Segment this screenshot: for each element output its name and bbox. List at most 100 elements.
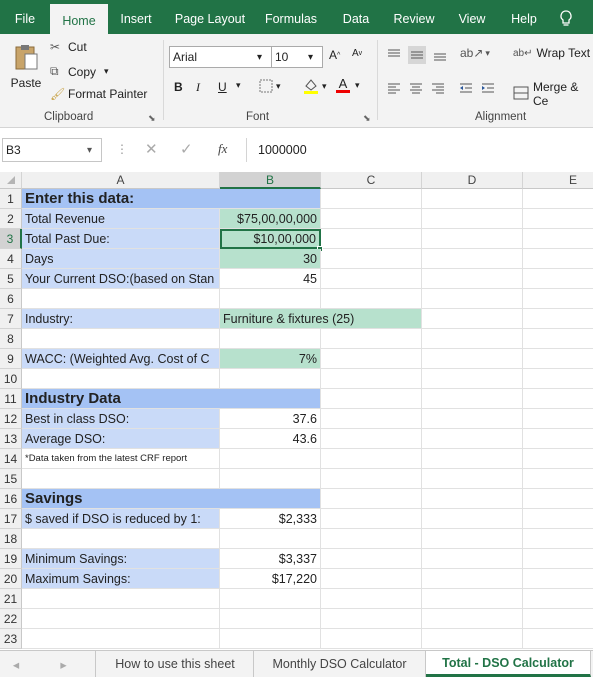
font-size-select[interactable]: 10 ▾ — [271, 46, 323, 68]
tab-file[interactable]: File — [0, 0, 50, 38]
row-header-8[interactable]: 8 — [0, 329, 22, 349]
grid-cell[interactable] — [523, 329, 593, 349]
grid-cell[interactable] — [523, 509, 593, 529]
align-right-icon[interactable] — [430, 80, 446, 96]
tab-help[interactable]: Help — [502, 0, 546, 38]
column-header-a[interactable]: A — [22, 172, 220, 189]
column-header-e[interactable]: E — [523, 172, 593, 189]
grid-cell[interactable] — [321, 429, 422, 449]
grid-cell[interactable] — [422, 509, 523, 529]
grid-cell[interactable] — [321, 509, 422, 529]
row-header-3[interactable]: 3 — [0, 229, 22, 249]
grid-cell[interactable] — [523, 389, 593, 409]
grid-cell[interactable] — [22, 369, 220, 389]
grid-cell[interactable] — [22, 529, 220, 549]
grid-cell[interactable] — [422, 529, 523, 549]
tab-data[interactable]: Data — [326, 0, 386, 38]
bold-button[interactable]: B — [174, 80, 183, 94]
format-painter-button[interactable]: 🖌 Format Painter — [50, 87, 147, 101]
grid-cell[interactable] — [422, 349, 523, 369]
cell-a17[interactable]: $ saved if DSO is reduced by 1: — [22, 509, 220, 529]
chevron-down-icon[interactable]: ▾ — [236, 80, 241, 91]
grid-cell[interactable] — [321, 629, 422, 649]
orientation-icon[interactable]: ab↗ ▾ — [460, 46, 490, 60]
grid-cell[interactable] — [523, 629, 593, 649]
row-header-18[interactable]: 18 — [0, 529, 22, 549]
grid-cell[interactable] — [523, 589, 593, 609]
fill-color-icon[interactable]: ▾ — [302, 77, 327, 95]
merge-center-button[interactable]: Merge & Ce — [513, 80, 593, 108]
cell-a3[interactable]: Total Past Due: — [22, 229, 220, 249]
grid-cell[interactable] — [321, 349, 422, 369]
grid-cell[interactable] — [22, 629, 220, 649]
font-color-icon[interactable]: A — [336, 77, 350, 93]
grid-cell[interactable] — [321, 449, 422, 469]
grid-cell[interactable] — [523, 549, 593, 569]
decrease-indent-icon[interactable] — [458, 80, 474, 96]
grid-cell[interactable] — [422, 409, 523, 429]
align-bottom-icon[interactable] — [432, 46, 448, 62]
row-header-11[interactable]: 11 — [0, 389, 22, 409]
cell-a9[interactable]: WACC: (Weighted Avg. Cost of C — [22, 349, 220, 369]
column-header-c[interactable]: C — [321, 172, 422, 189]
cell-a5[interactable]: Your Current DSO:(based on Stan — [22, 269, 220, 289]
sheet-tab-how-to-use[interactable]: How to use this sheet — [97, 651, 254, 677]
grid-cell[interactable] — [220, 589, 321, 609]
chevron-down-icon[interactable]: ▾ — [355, 80, 360, 91]
grid-cell[interactable] — [523, 309, 593, 329]
sheet-tab-total-dso[interactable]: Total - DSO Calculator — [426, 651, 591, 677]
cell-a12[interactable]: Best in class DSO: — [22, 409, 220, 429]
row-header-14[interactable]: 14 — [0, 449, 22, 469]
grid-cell[interactable] — [422, 449, 523, 469]
select-all-corner[interactable] — [0, 172, 22, 189]
cell-b3[interactable]: $10,00,000 — [220, 229, 321, 249]
cell-a4[interactable]: Days — [22, 249, 220, 269]
cell-a20[interactable]: Maximum Savings: — [22, 569, 220, 589]
grid-cell[interactable] — [422, 629, 523, 649]
cell-b5[interactable]: 45 — [220, 269, 321, 289]
grid-cell[interactable] — [422, 389, 523, 409]
cell-a1[interactable]: Enter this data: — [22, 189, 321, 209]
grid-cell[interactable] — [422, 589, 523, 609]
grid-cell[interactable] — [523, 409, 593, 429]
grid-cell[interactable] — [220, 329, 321, 349]
increase-font-size-button[interactable]: A ^ — [329, 48, 340, 62]
spreadsheet-grid[interactable]: A B C D E 1 2 3 4 5 6 7 8 9 10 11 12 13 14 15 16 17 18 19 2… — [0, 172, 593, 650]
grid-cell[interactable] — [422, 309, 523, 329]
row-header-12[interactable]: 12 — [0, 409, 22, 429]
tab-page-layout[interactable]: Page Layout — [164, 0, 256, 38]
cell-a11[interactable]: Industry Data — [22, 389, 321, 409]
row-header-6[interactable]: 6 — [0, 289, 22, 309]
align-middle-icon[interactable] — [408, 46, 426, 64]
grid-cell[interactable] — [220, 609, 321, 629]
grid-cell[interactable] — [523, 209, 593, 229]
name-box[interactable]: B3 ▾ — [2, 138, 102, 162]
cell-b4[interactable]: 30 — [220, 249, 321, 269]
row-header-19[interactable]: 19 — [0, 549, 22, 569]
grid-cell[interactable] — [321, 369, 422, 389]
italic-button[interactable]: I — [196, 80, 200, 95]
cell-a14[interactable]: *Data taken from the latest CRF report — [22, 449, 321, 469]
cell-a19[interactable]: Minimum Savings: — [22, 549, 220, 569]
cancel-icon[interactable]: ✕ — [145, 140, 158, 158]
grid-cell[interactable] — [422, 249, 523, 269]
grid-cell[interactable] — [321, 589, 422, 609]
grid-cell[interactable] — [523, 469, 593, 489]
align-center-icon[interactable] — [408, 80, 424, 96]
grid-cell[interactable] — [321, 409, 422, 429]
grid-cell[interactable] — [523, 569, 593, 589]
grid-cell[interactable] — [422, 229, 523, 249]
grid-cell[interactable] — [523, 249, 593, 269]
tab-home[interactable]: Home — [50, 4, 108, 38]
row-header-20[interactable]: 20 — [0, 569, 22, 589]
tab-formulas[interactable]: Formulas — [256, 0, 326, 38]
grid-cell[interactable] — [321, 609, 422, 629]
cell-a2[interactable]: Total Revenue — [22, 209, 220, 229]
grid-cell[interactable] — [422, 489, 523, 509]
grid-cell[interactable] — [321, 469, 422, 489]
grid-cell[interactable] — [523, 449, 593, 469]
grid-cell[interactable] — [523, 349, 593, 369]
decrease-font-size-button[interactable]: Av — [352, 48, 362, 59]
borders-icon[interactable]: ▾ — [258, 78, 281, 94]
row-header-4[interactable]: 4 — [0, 249, 22, 269]
